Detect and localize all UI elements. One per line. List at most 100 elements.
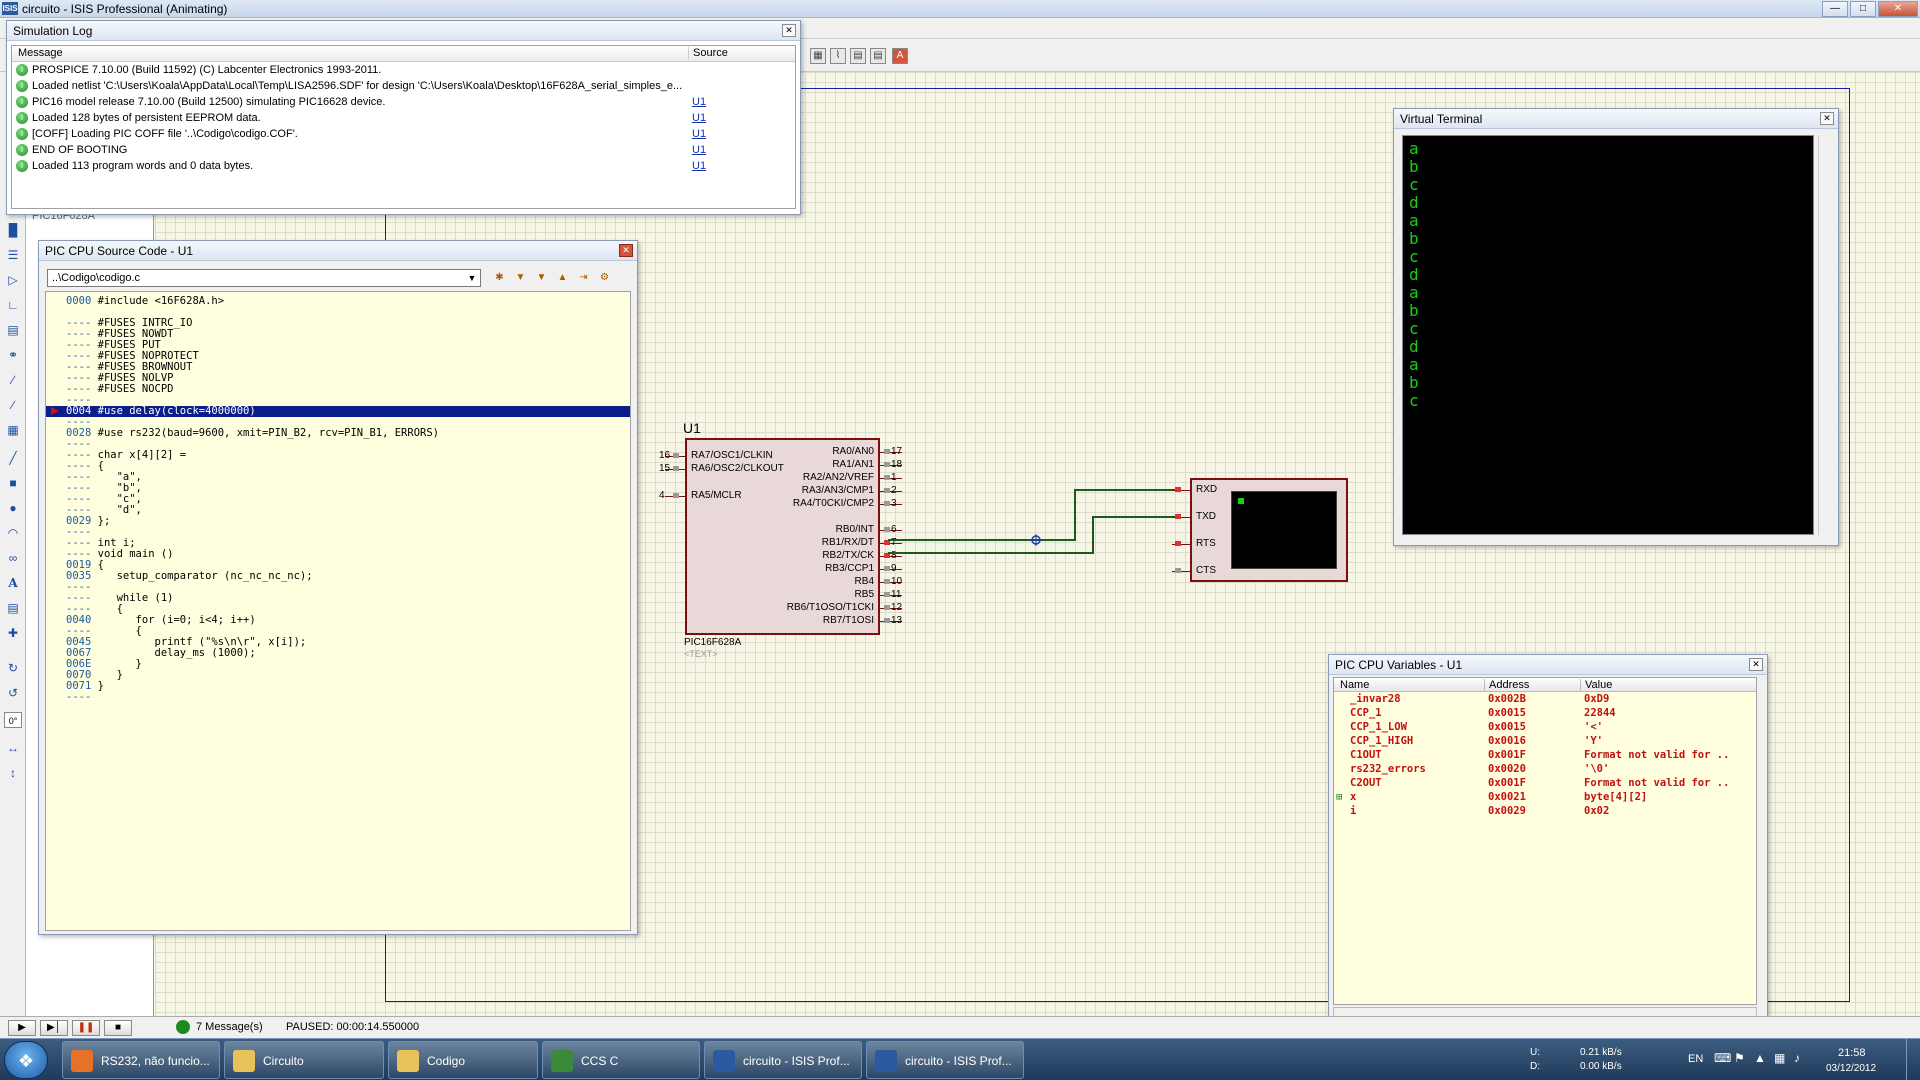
clock-date[interactable]: 03/12/2012: [1826, 1063, 1876, 1074]
code-line[interactable]: 0029 };: [46, 516, 630, 527]
log-row[interactable]: i Loaded netlist 'C:\Users\Koala\AppData\…: [12, 78, 795, 94]
variable-row[interactable]: CCP_1_LOW 0x0015 '<': [1334, 720, 1756, 734]
col-source[interactable]: Source: [688, 47, 728, 59]
path-icon[interactable]: ∞: [4, 550, 22, 566]
line-icon[interactable]: ╱: [4, 450, 22, 466]
log-source-link[interactable]: U1: [692, 96, 706, 108]
rotation-field[interactable]: 0°: [4, 712, 22, 728]
flag-icon[interactable]: ⚑: [1734, 1051, 1745, 1065]
box-icon[interactable]: ■: [4, 475, 22, 491]
variable-row[interactable]: C2OUT 0x001F Format not valid for ..: [1334, 776, 1756, 790]
toggle-breakpoint-icon[interactable]: ⇥: [575, 269, 592, 286]
col-name[interactable]: Name: [1340, 679, 1369, 691]
rotate-cw-icon[interactable]: ↻: [4, 660, 22, 676]
log-row[interactable]: i PROSPICE 7.10.00 (Build 11592) (C) Labc…: [12, 62, 795, 78]
variable-row[interactable]: CCP_1_HIGH 0x0016 'Y': [1334, 734, 1756, 748]
graph-mode-icon[interactable]: ∟: [4, 297, 22, 313]
junction-icon[interactable]: ☰: [4, 247, 22, 263]
tape-icon[interactable]: ▤: [4, 322, 22, 338]
code-line[interactable]: ----: [46, 692, 630, 703]
stop-button[interactable]: ■: [104, 1020, 132, 1036]
terminal-screen[interactable]: abcdabcdabcdabc: [1402, 135, 1814, 535]
code-area[interactable]: 0000 #include <16F628A.h> ---- #FUSES IN…: [45, 291, 631, 931]
component-mode-icon[interactable]: █: [4, 222, 22, 238]
network-icon[interactable]: ▦: [1774, 1051, 1785, 1065]
log-row[interactable]: i END OF BOOTING U1: [12, 142, 795, 158]
generator-icon[interactable]: ⚭: [4, 347, 22, 363]
code-line[interactable]: 0070 }: [46, 670, 630, 681]
code-line[interactable]: 0000 #include <16F628A.h>: [46, 296, 630, 307]
minimize-button[interactable]: —: [1822, 1, 1848, 17]
code-line[interactable]: 0071 }: [46, 681, 630, 692]
log-source-link[interactable]: U1: [692, 128, 706, 140]
chevron-down-icon[interactable]: ▼: [465, 271, 479, 285]
variable-row[interactable]: C1OUT 0x001F Format not valid for ..: [1334, 748, 1756, 762]
settings-icon[interactable]: ⚙: [596, 269, 613, 286]
play-button[interactable]: ▶: [8, 1020, 36, 1036]
circle-icon[interactable]: ●: [4, 500, 22, 516]
code-line[interactable]: ---- "d",: [46, 505, 630, 516]
netlist-icon[interactable]: ▤: [850, 48, 866, 64]
code-line[interactable]: 0004 #use delay(clock=4000000): [46, 406, 630, 417]
instrument-icon[interactable]: ▦: [4, 422, 22, 438]
maximize-button[interactable]: □: [1850, 1, 1876, 17]
sim-log-close-button[interactable]: ✕: [782, 24, 796, 37]
log-source-link[interactable]: U1: [692, 112, 706, 124]
run-to-icon[interactable]: ✱: [491, 269, 508, 286]
messages-count[interactable]: 7 Message(s): [196, 1021, 263, 1033]
code-line[interactable]: ---- void main (): [46, 549, 630, 560]
variable-row[interactable]: CCP_1 0x0015 22844: [1334, 706, 1756, 720]
col-address[interactable]: Address: [1484, 679, 1529, 691]
ares-icon[interactable]: A: [892, 48, 908, 64]
variable-row[interactable]: i 0x0029 0x02: [1334, 804, 1756, 818]
taskbar-item[interactable]: circuito - ISIS Prof...: [866, 1041, 1024, 1079]
log-row[interactable]: i Loaded 128 bytes of persistent EEPROM d…: [12, 110, 795, 126]
source-close-button[interactable]: ✕: [619, 244, 633, 257]
taskbar-item[interactable]: RS232, não funcio...: [62, 1041, 220, 1079]
source-file-select[interactable]: ..\Codigo\codigo.c ▼: [47, 269, 481, 287]
show-desktop-button[interactable]: [1906, 1039, 1920, 1080]
step-into-icon[interactable]: ▼: [533, 269, 550, 286]
variable-row[interactable]: _invar28 0x002B 0xD9: [1334, 692, 1756, 706]
arrow-up-icon[interactable]: ▲: [1754, 1051, 1766, 1065]
step-out-icon[interactable]: ▲: [554, 269, 571, 286]
taskbar-item[interactable]: CCS C: [542, 1041, 700, 1079]
mirror-v-icon[interactable]: ↕: [4, 765, 22, 781]
current-probe-icon[interactable]: ∕: [4, 397, 22, 413]
code-line[interactable]: 006E }: [46, 659, 630, 670]
rotate-ccw-icon[interactable]: ↺: [4, 685, 22, 701]
marker-icon[interactable]: ✚: [4, 625, 22, 641]
vt-close-button[interactable]: ✕: [1820, 112, 1834, 125]
arc-icon[interactable]: ◠: [4, 525, 22, 541]
expand-icon[interactable]: ⊞: [1336, 791, 1342, 803]
log-row[interactable]: i [COFF] Loading PIC COFF file '..\Codigo…: [12, 126, 795, 142]
col-value[interactable]: Value: [1580, 679, 1612, 691]
code-line[interactable]: 0035 setup_comparator (nc_nc_nc_nc);: [46, 571, 630, 582]
step-button[interactable]: ▶│: [40, 1020, 68, 1036]
vars-close-button[interactable]: ✕: [1749, 658, 1763, 671]
vt-scrollbar[interactable]: [1818, 135, 1832, 535]
terminal-mode-icon[interactable]: ▷: [4, 272, 22, 288]
symbol-icon[interactable]: ▤: [4, 600, 22, 616]
pause-button[interactable]: ❚❚: [72, 1020, 100, 1036]
log-source-link[interactable]: U1: [692, 160, 706, 172]
step-over-icon[interactable]: ▼: [512, 269, 529, 286]
log-source-link[interactable]: U1: [692, 144, 706, 156]
close-button[interactable]: ✕: [1878, 1, 1918, 17]
clock-time[interactable]: 21:58: [1838, 1047, 1866, 1059]
code-line[interactable]: ---- #FUSES NOCPD: [46, 384, 630, 395]
mirror-h-icon[interactable]: ↔: [4, 740, 22, 756]
report-icon[interactable]: ▤: [870, 48, 886, 64]
probe-icon[interactable]: ∕: [4, 372, 22, 388]
log-row[interactable]: i PIC16 model release 7.10.00 (Build 1250…: [12, 94, 795, 110]
code-line[interactable]: ---- char x[4][2] =: [46, 450, 630, 461]
zoom-icon[interactable]: ▦: [810, 48, 826, 64]
variable-row[interactable]: ⊞ x 0x0021 byte[4][2]: [1334, 790, 1756, 804]
start-button[interactable]: ❖: [4, 1041, 48, 1079]
wire-icon[interactable]: ⌇: [830, 48, 846, 64]
volume-icon[interactable]: ♪: [1794, 1051, 1800, 1065]
code-line[interactable]: 0028 #use rs232(baud=9600, xmit=PIN_B2, …: [46, 428, 630, 439]
language-indicator[interactable]: EN: [1688, 1053, 1703, 1065]
log-row[interactable]: i Loaded 113 program words and 0 data byt…: [12, 158, 795, 174]
taskbar-item[interactable]: Codigo: [388, 1041, 538, 1079]
